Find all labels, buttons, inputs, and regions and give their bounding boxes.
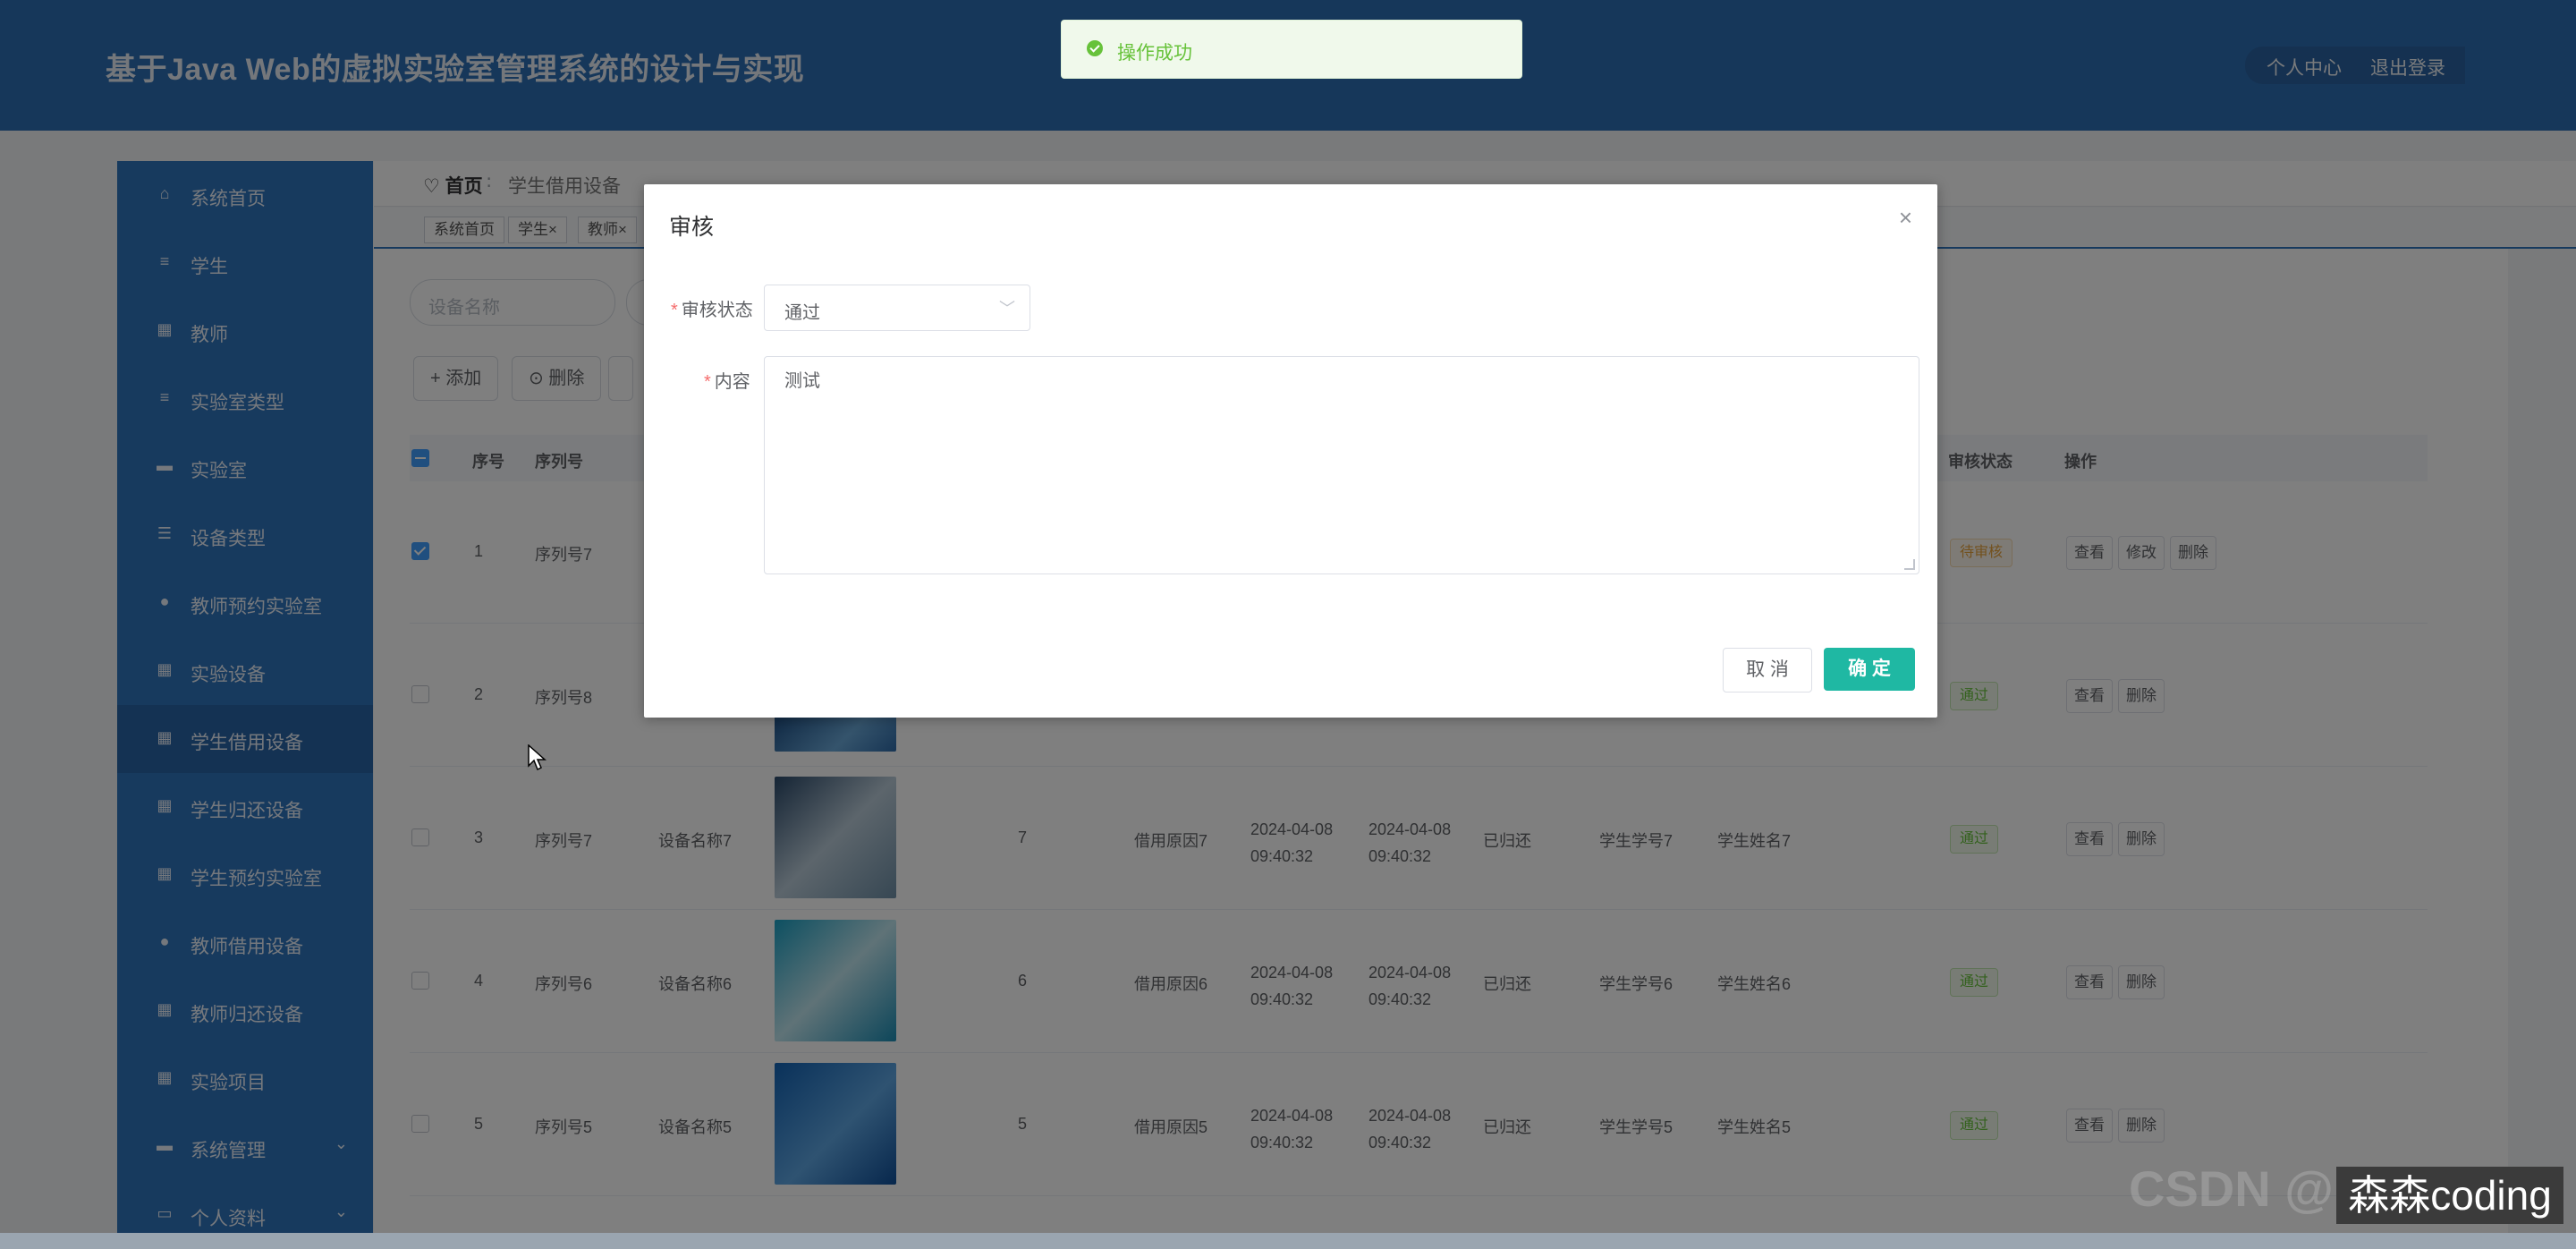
resize-handle-icon[interactable] [1904,559,1915,570]
cancel-button[interactable]: 取 消 [1723,648,1812,692]
content-value: 测试 [784,371,820,391]
success-toast: 操作成功 [1061,20,1522,79]
audit-status-value: 通过 [784,303,820,323]
audit-status-select[interactable]: 通过 ﹀ [764,285,1030,331]
toast-text: 操作成功 [1117,43,1192,64]
audit-status-label-text: 审核状态 [681,301,753,320]
audit-status-label: * 审核状态 [671,295,753,321]
success-check-icon [1087,40,1103,56]
chevron-down-icon: ﹀ [999,300,1015,318]
content-label: * 内容 [704,367,750,393]
content-textarea[interactable]: 测试 [764,356,1919,574]
author-watermark: 森森coding [2336,1167,2563,1224]
close-icon[interactable]: × [1899,204,1912,232]
app-root: 基于Java Web的虚拟实验室管理系统的设计与实现 个人中心 退出登录 ⌂系统… [0,0,2576,1233]
required-mark: * [671,301,678,320]
content-label-text: 内容 [714,372,750,392]
required-mark: * [704,372,711,392]
mouse-cursor-icon [528,744,547,771]
dialog-title: 审核 [669,215,715,240]
audit-dialog: 审核 × * 审核状态 通过 ﹀ * 内容 测试 取 消 确 定 [644,184,1937,718]
confirm-button[interactable]: 确 定 [1824,648,1915,691]
